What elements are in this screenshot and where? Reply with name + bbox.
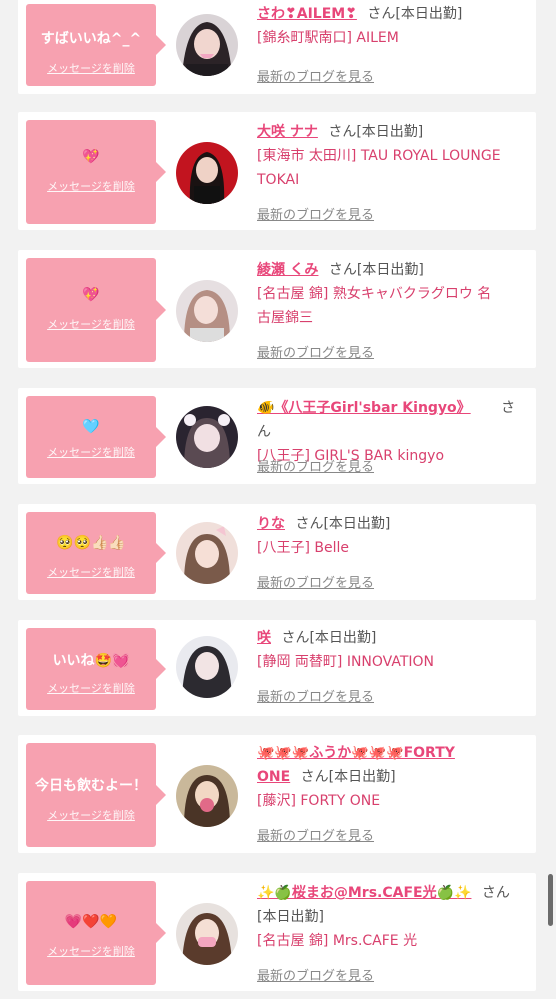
message-bubble: 💖 メッセージを削除 [26, 120, 166, 224]
shop-name: [名古屋 錦] Mrs.CAFE 光 [257, 933, 418, 949]
message-bubble: すばいいね^_^ メッセージを削除 [26, 4, 166, 86]
cast-name-link[interactable]: 咲 [257, 630, 271, 646]
list-item: 💖 メッセージを削除 大咲 ナナ さん[本日出勤] [東海市 太田川] TAU … [18, 112, 536, 230]
latest-blog-link[interactable]: 最新のブログを見る [257, 66, 374, 85]
delete-message-link[interactable]: メッセージを削除 [26, 180, 156, 194]
cast-name-link[interactable]: 🐠《八王子Girl'sbar Kingyo》 [257, 400, 471, 416]
cast-info: 🐙🐙🐙ふうか🐙🐙🐙FORTY ONE さん[本日出勤] [藤沢] FORTY O… [257, 741, 527, 813]
cast-info: ✨🍏桜まお@Mrs.CAFE光🍏✨ さん [本日出勤] [名古屋 錦] Mrs.C… [257, 881, 527, 953]
cast-name-link[interactable]: 🐙🐙🐙ふうか🐙🐙🐙FORTY [257, 745, 455, 761]
delete-message-link[interactable]: メッセージを削除 [26, 945, 156, 959]
avatar[interactable] [176, 14, 238, 76]
avatar-photo-icon [176, 14, 238, 76]
message-text: すばいいね^_^ [40, 31, 142, 47]
list-item: 🥺🥺👍🏻👍🏻 メッセージを削除 りな さん[本日出勤] [八王子] Belle … [18, 504, 536, 600]
status-badge: [本日出勤] [356, 262, 424, 278]
avatar[interactable] [176, 280, 238, 342]
message-text: 💖 [82, 287, 100, 303]
message-text: 💗❤️🧡 [64, 914, 118, 930]
message-text: 今日も飲むよー！ [35, 778, 147, 794]
message-bubble: いいね🤩💓 メッセージを削除 [26, 628, 166, 710]
avatar-photo-icon [176, 406, 238, 468]
latest-blog-link[interactable]: 最新のブログを見る [257, 686, 374, 705]
shop-name: [藤沢] FORTY ONE [257, 793, 381, 809]
honorific-label: さん [481, 885, 510, 901]
avatar-photo-icon [176, 903, 238, 965]
avatar[interactable] [176, 406, 238, 468]
latest-blog-link[interactable]: 最新のブログを見る [257, 456, 374, 475]
cast-name-link[interactable]: りな [257, 516, 285, 532]
delete-message-link[interactable]: メッセージを削除 [26, 318, 156, 332]
list-item: 🩵 メッセージを削除 🐠《八王子Girl'sbar Kingyo》 さん [八王… [18, 388, 536, 484]
status-badge: [本日出勤] [257, 909, 324, 925]
avatar-photo-icon [176, 765, 238, 827]
status-badge: [本日出勤] [323, 516, 391, 532]
message-text: いいね🤩💓 [52, 653, 130, 669]
latest-blog-link[interactable]: 最新のブログを見る [257, 965, 374, 984]
message-bubble: 💖 メッセージを削除 [26, 258, 166, 362]
honorific-label: さん [328, 124, 357, 140]
message-text: 🩵 [82, 419, 100, 435]
message-text: 💖 [82, 149, 100, 165]
avatar-photo-icon [176, 280, 238, 342]
cast-info: りな さん[本日出勤] [八王子] Belle [257, 512, 527, 560]
cast-name-link[interactable]: 綾瀬 くみ [257, 262, 318, 278]
delete-message-link[interactable]: メッセージを削除 [26, 566, 156, 580]
shop-name: [八王子] Belle [257, 540, 349, 556]
honorific-label: さん [281, 630, 310, 646]
message-text: 🥺🥺👍🏻👍🏻 [56, 535, 126, 551]
list-item: 💖 メッセージを削除 綾瀬 くみ さん[本日出勤] [名古屋 錦] 熟女キャバク… [18, 250, 536, 368]
latest-blog-link[interactable]: 最新のブログを見る [257, 204, 374, 223]
list-item: いいね🤩💓 メッセージを削除 咲 さん[本日出勤] [静岡 両替町] INNOV… [18, 620, 536, 716]
shop-name: [名古屋 錦] 熟女キャバクラグロウ 名 [257, 286, 492, 302]
cast-info: 綾瀬 くみ さん[本日出勤] [名古屋 錦] 熟女キャバクラグロウ 名 古屋錦三 [257, 258, 527, 330]
delete-message-link[interactable]: メッセージを削除 [26, 446, 156, 460]
delete-message-link[interactable]: メッセージを削除 [26, 809, 156, 823]
cast-name-link[interactable]: 大咲 ナナ [257, 124, 318, 140]
avatar-photo-icon [176, 142, 238, 204]
list-item: 💗❤️🧡 メッセージを削除 ✨🍏桜まお@Mrs.CAFE光🍏✨ さん [本日出勤]… [18, 873, 536, 991]
message-bubble: 🥺🥺👍🏻👍🏻 メッセージを削除 [26, 512, 166, 594]
scrollbar-thumb[interactable] [548, 874, 553, 926]
message-bubble: 💗❤️🧡 メッセージを削除 [26, 881, 166, 985]
avatar[interactable] [176, 903, 238, 965]
avatar[interactable] [176, 522, 238, 584]
message-bubble: 今日も飲むよー！ メッセージを削除 [26, 743, 166, 847]
shop-name: [錦糸町駅南口] AILEM [257, 30, 399, 46]
status-badge: [本日出勤] [356, 124, 424, 140]
delete-message-link[interactable]: メッセージを削除 [26, 62, 156, 76]
cast-name-link[interactable]: ✨🍏桜まお@Mrs.CAFE光🍏✨ [257, 885, 471, 901]
honorific-label: さん [300, 769, 329, 785]
status-badge: [本日出勤] [328, 769, 396, 785]
latest-blog-link[interactable]: 最新のブログを見る [257, 572, 374, 591]
avatar-photo-icon [176, 636, 238, 698]
shop-name: 古屋錦三 [257, 310, 313, 326]
avatar[interactable] [176, 142, 238, 204]
latest-blog-link[interactable]: 最新のブログを見る [257, 825, 374, 844]
cast-name-link-cont[interactable]: ONE [257, 769, 290, 785]
delete-message-link[interactable]: メッセージを削除 [26, 682, 156, 696]
honorific-label: さん [328, 262, 357, 278]
status-badge: [本日出勤] [395, 6, 463, 22]
honorific-label: さん [295, 516, 324, 532]
message-bubble: 🩵 メッセージを削除 [26, 396, 166, 478]
shop-name: [静岡 両替町] INNOVATION [257, 654, 435, 670]
shop-name: [東海市 太田川] TAU ROYAL LOUNGE [257, 148, 501, 164]
cast-info: さわ❣AILEM❣ さん[本日出勤] [錦糸町駅南口] AILEM [257, 2, 527, 50]
avatar[interactable] [176, 765, 238, 827]
list-item: すばいいね^_^ メッセージを削除 さわ❣AILEM❣ さん[本日出勤] [錦糸… [18, 0, 536, 94]
cast-info: 大咲 ナナ さん[本日出勤] [東海市 太田川] TAU ROYAL LOUNG… [257, 120, 527, 192]
shop-name: TOKAI [257, 172, 300, 188]
cast-info: 咲 さん[本日出勤] [静岡 両替町] INNOVATION [257, 626, 527, 674]
honorific-label: さん [367, 6, 396, 22]
latest-blog-link[interactable]: 最新のブログを見る [257, 342, 374, 361]
avatar-photo-icon [176, 522, 238, 584]
avatar[interactable] [176, 636, 238, 698]
list-item: 今日も飲むよー！ メッセージを削除 🐙🐙🐙ふうか🐙🐙🐙FORTY ONE さん[… [18, 735, 536, 853]
status-badge: [本日出勤] [309, 630, 377, 646]
cast-name-link[interactable]: さわ❣AILEM❣ [257, 6, 357, 22]
